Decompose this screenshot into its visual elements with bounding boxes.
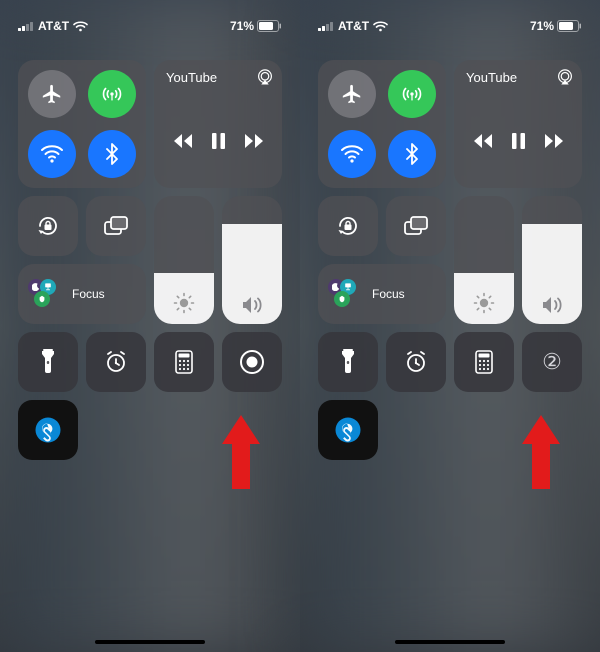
brightness-icon xyxy=(473,292,495,314)
antenna-icon xyxy=(401,83,423,105)
calculator-icon xyxy=(175,350,193,374)
antenna-icon xyxy=(101,83,123,105)
cellular-data-button[interactable] xyxy=(88,70,136,118)
forward-button[interactable] xyxy=(243,134,263,148)
focus-label: Focus xyxy=(72,287,105,301)
orientation-lock-icon xyxy=(335,213,361,239)
status-bar: AT&T 71% xyxy=(316,16,584,36)
screen-mirroring-button[interactable] xyxy=(386,196,446,256)
record-icon xyxy=(239,349,265,375)
battery-icon xyxy=(557,20,582,32)
wifi-icon xyxy=(40,144,64,164)
alarm-clock-icon xyxy=(104,350,128,374)
battery-percent-label: 71% xyxy=(230,19,254,33)
annotation-arrow xyxy=(522,415,560,489)
annotation-arrow xyxy=(222,415,260,489)
shazam-button[interactable] xyxy=(18,400,78,460)
airplay-icon[interactable] xyxy=(256,68,274,86)
brightness-icon xyxy=(173,292,195,314)
cellular-data-button[interactable] xyxy=(388,70,436,118)
pause-button[interactable] xyxy=(512,133,525,149)
orientation-lock-icon xyxy=(35,213,61,239)
flashlight-button[interactable] xyxy=(18,332,78,392)
bluetooth-button[interactable] xyxy=(388,130,436,178)
carrier-label: AT&T xyxy=(338,19,369,33)
bluetooth-button[interactable] xyxy=(88,130,136,178)
bluetooth-icon xyxy=(105,143,119,165)
screen-record-button[interactable] xyxy=(222,332,282,392)
forward-button[interactable] xyxy=(543,134,563,148)
wifi-button[interactable] xyxy=(328,130,376,178)
media-tile[interactable]: YouTube xyxy=(454,60,582,188)
pause-button[interactable] xyxy=(212,133,225,149)
focus-mode-icons xyxy=(328,279,366,309)
cellular-signal-icon xyxy=(318,21,334,31)
timer-button[interactable] xyxy=(386,332,446,392)
shazam-icon xyxy=(334,416,362,444)
volume-slider[interactable] xyxy=(522,196,582,324)
volume-icon xyxy=(541,296,563,314)
screen-mirroring-icon xyxy=(403,215,429,237)
airplane-icon xyxy=(41,83,63,105)
brightness-slider[interactable] xyxy=(154,196,214,324)
calculator-icon xyxy=(475,350,493,374)
focus-label: Focus xyxy=(372,287,405,301)
home-indicator[interactable] xyxy=(95,640,205,644)
connectivity-tile xyxy=(18,60,146,188)
calculator-button[interactable] xyxy=(154,332,214,392)
cellular-signal-icon xyxy=(18,21,34,31)
shazam-button[interactable] xyxy=(318,400,378,460)
airplay-icon[interactable] xyxy=(556,68,574,86)
airplane-mode-button[interactable] xyxy=(28,70,76,118)
volume-icon xyxy=(241,296,263,314)
battery-icon xyxy=(257,20,282,32)
wifi-button[interactable] xyxy=(28,130,76,178)
focus-button[interactable]: Focus xyxy=(318,264,446,324)
battery-percent-label: 71% xyxy=(530,19,554,33)
brightness-slider[interactable] xyxy=(454,196,514,324)
flashlight-button[interactable] xyxy=(318,332,378,392)
orientation-lock-button[interactable] xyxy=(18,196,78,256)
orientation-lock-button[interactable] xyxy=(318,196,378,256)
screen-mirroring-button[interactable] xyxy=(86,196,146,256)
home-indicator[interactable] xyxy=(395,640,505,644)
shazam-icon xyxy=(34,416,62,444)
rewind-button[interactable] xyxy=(174,134,194,148)
wifi-icon xyxy=(73,21,88,32)
flashlight-icon xyxy=(40,349,56,375)
media-title-label: YouTube xyxy=(154,60,229,85)
calculator-button[interactable] xyxy=(454,332,514,392)
focus-button[interactable]: Focus xyxy=(18,264,146,324)
screen-mirroring-icon xyxy=(103,215,129,237)
countdown-label: ② xyxy=(542,349,562,375)
media-title-label: YouTube xyxy=(454,60,529,85)
rewind-button[interactable] xyxy=(474,134,494,148)
alarm-clock-icon xyxy=(404,350,428,374)
carrier-label: AT&T xyxy=(38,19,69,33)
screen-record-button-countdown[interactable]: ② xyxy=(522,332,582,392)
wifi-icon xyxy=(373,21,388,32)
status-bar: AT&T 71% xyxy=(16,16,284,36)
airplane-mode-button[interactable] xyxy=(328,70,376,118)
flashlight-icon xyxy=(340,349,356,375)
timer-button[interactable] xyxy=(86,332,146,392)
connectivity-tile xyxy=(318,60,446,188)
focus-mode-icons xyxy=(28,279,66,309)
wifi-icon xyxy=(340,144,364,164)
bluetooth-icon xyxy=(405,143,419,165)
volume-slider[interactable] xyxy=(222,196,282,324)
media-tile[interactable]: YouTube xyxy=(154,60,282,188)
airplane-icon xyxy=(341,83,363,105)
